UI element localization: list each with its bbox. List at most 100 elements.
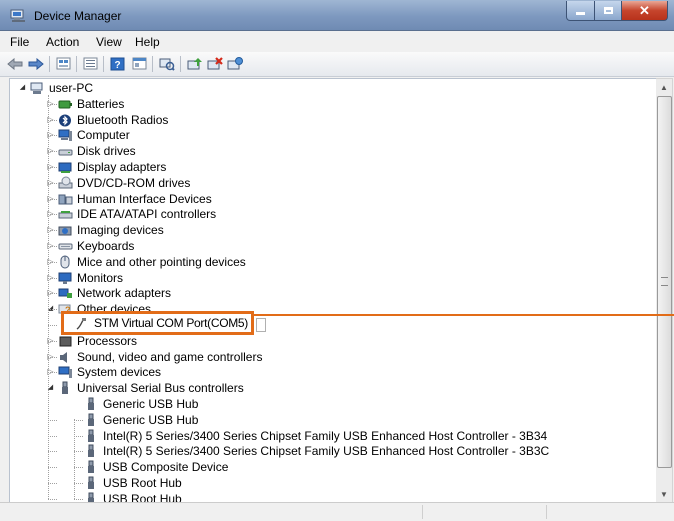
tree-connector	[48, 435, 57, 437]
tree-connector	[48, 372, 57, 374]
tree-root[interactable]: ◢ user-PC	[10, 80, 650, 96]
toolbar-separator	[152, 56, 153, 72]
tree-connector	[74, 467, 83, 469]
tree-item-label: DVD/CD-ROM drives	[77, 175, 191, 190]
forward-icon	[28, 57, 44, 70]
scroll-up-button[interactable]: ▲	[656, 79, 672, 95]
computer-icon	[58, 129, 72, 142]
tree-connector	[48, 419, 57, 421]
back-icon	[7, 57, 23, 70]
tree-connector	[48, 467, 57, 469]
usb-device-item[interactable]: USB Composite Device	[10, 459, 650, 475]
tree-item-label: Batteries	[77, 96, 125, 111]
tree-item-label: user-PC	[49, 81, 94, 95]
tree-connector	[48, 214, 57, 216]
tree-connector	[48, 356, 57, 358]
usb-device-item[interactable]: USB Root Hub	[10, 475, 650, 491]
tree-item-label: Universal Serial Bus controllers	[77, 381, 244, 396]
tree-category[interactable]: ▷ Sound, video and game controllers	[10, 349, 650, 365]
window-controls: ✕	[566, 1, 668, 21]
scan-hardware-button[interactable]	[158, 55, 176, 72]
tree-connector	[74, 435, 83, 437]
menu-file[interactable]: File	[10, 35, 29, 49]
help-button[interactable]: ?	[108, 55, 126, 72]
usb-device-icon	[88, 444, 94, 458]
tree-connector	[48, 198, 57, 200]
disk-drive-icon	[58, 149, 73, 156]
title-bar[interactable]: Device Manager ✕	[0, 0, 674, 31]
back-button[interactable]	[6, 55, 24, 72]
forward-button[interactable]	[27, 55, 45, 72]
toolbar-separator	[49, 56, 50, 72]
processor-icon	[59, 336, 72, 347]
tree-category[interactable]: ▷ Monitors	[10, 270, 650, 286]
tree-category[interactable]: ▷ IDE ATA/ATAPI controllers	[10, 206, 650, 222]
usb-device-item[interactable]: Intel(R) 5 Series/3400 Series Chipset Fa…	[10, 443, 650, 459]
usb-device-item[interactable]: Generic USB Hub	[10, 396, 650, 412]
tree-category[interactable]: ▷ Batteries	[10, 96, 650, 112]
bluetooth-icon	[59, 114, 71, 127]
collapse-arrow-icon[interactable]: ◢	[18, 80, 27, 96]
vertical-scrollbar[interactable]: ▲ ▼	[656, 78, 673, 503]
tree-connector	[74, 498, 83, 500]
menu-action[interactable]: Action	[46, 35, 79, 49]
tree-item-label: USB Composite Device	[103, 460, 229, 475]
tree-item-label: Sound, video and game controllers	[77, 349, 263, 364]
tree-category[interactable]: ▷ Bluetooth Radios	[10, 112, 650, 128]
tree-category[interactable]: ◢ Universal Serial Bus controllers	[10, 380, 650, 396]
tree-connector	[48, 277, 57, 279]
menu-view[interactable]: View	[96, 35, 122, 49]
chevron-up-icon: ▲	[660, 82, 668, 92]
maximize-button[interactable]	[595, 1, 622, 21]
usb-device-item[interactable]: Intel(R) 5 Series/3400 Series Chipset Fa…	[10, 428, 650, 444]
menu-help[interactable]: Help	[135, 35, 160, 49]
update-driver-button[interactable]	[186, 55, 204, 72]
dvd-drive-icon	[58, 176, 73, 189]
monitor-icon	[58, 272, 72, 284]
tree-category[interactable]: ▷ Keyboards	[10, 238, 650, 254]
label-edit-stub	[256, 318, 266, 332]
minimize-button[interactable]	[566, 1, 595, 21]
keyboard-icon	[58, 243, 73, 250]
usb-device-item[interactable]: Generic USB Hub	[10, 412, 650, 428]
scroll-thumb[interactable]	[657, 96, 672, 468]
tree-connector	[74, 483, 83, 484]
tree-category[interactable]: ▷ Processors	[10, 333, 650, 349]
tree-category[interactable]: ▷ Mice and other pointing devices	[10, 254, 650, 270]
uninstall-button[interactable]	[206, 55, 224, 72]
tree-connector	[74, 419, 83, 421]
close-button[interactable]: ✕	[622, 1, 668, 21]
status-pane	[546, 505, 671, 519]
tree-category[interactable]: ▷ Imaging devices	[10, 222, 650, 238]
properties-view-button[interactable]	[54, 55, 72, 72]
tree-item-label: Keyboards	[77, 239, 135, 253]
scroll-down-button[interactable]: ▼	[656, 486, 672, 502]
console-button[interactable]	[130, 55, 148, 72]
hid-icon	[58, 194, 73, 205]
enable-button[interactable]	[226, 55, 244, 72]
tree-connector	[48, 151, 57, 153]
menu-bar: File Action View Help	[0, 31, 674, 53]
tree-category[interactable]: ▷ Network adapters	[10, 285, 650, 301]
tree-category[interactable]: ▷ Disk drives	[10, 143, 650, 159]
highlighted-device-callout[interactable]: STM Virtual COM Port(COM5)	[61, 311, 254, 335]
tree-category[interactable]: ▷ System devices	[10, 364, 650, 380]
usb-device-icon	[88, 429, 94, 442]
tree-connector	[48, 340, 57, 342]
callout-line	[254, 314, 674, 316]
camera-icon	[58, 226, 72, 236]
device-tree[interactable]: ◢ user-PC ▷ Batteries ▷ Bluetooth Radios ▷ Comp…	[9, 78, 657, 503]
usb-device-icon	[88, 413, 94, 426]
tree-item-label: Human Interface Devices	[77, 191, 212, 206]
tree-category[interactable]: ▷ Human Interface Devices	[10, 191, 650, 207]
tree-connector	[48, 119, 57, 121]
tree-item-label: System devices	[77, 365, 162, 380]
tree-category[interactable]: ▷ Computer	[10, 127, 650, 143]
usb-device-icon	[88, 476, 94, 489]
tree-connector	[48, 135, 57, 137]
tree-category[interactable]: ▷ DVD/CD-ROM drives	[10, 175, 650, 191]
tree-category[interactable]: ▷ Display adapters	[10, 159, 650, 175]
list-view-button[interactable]	[81, 55, 99, 72]
plug-icon	[76, 318, 86, 330]
help-icon: ?	[110, 57, 124, 71]
